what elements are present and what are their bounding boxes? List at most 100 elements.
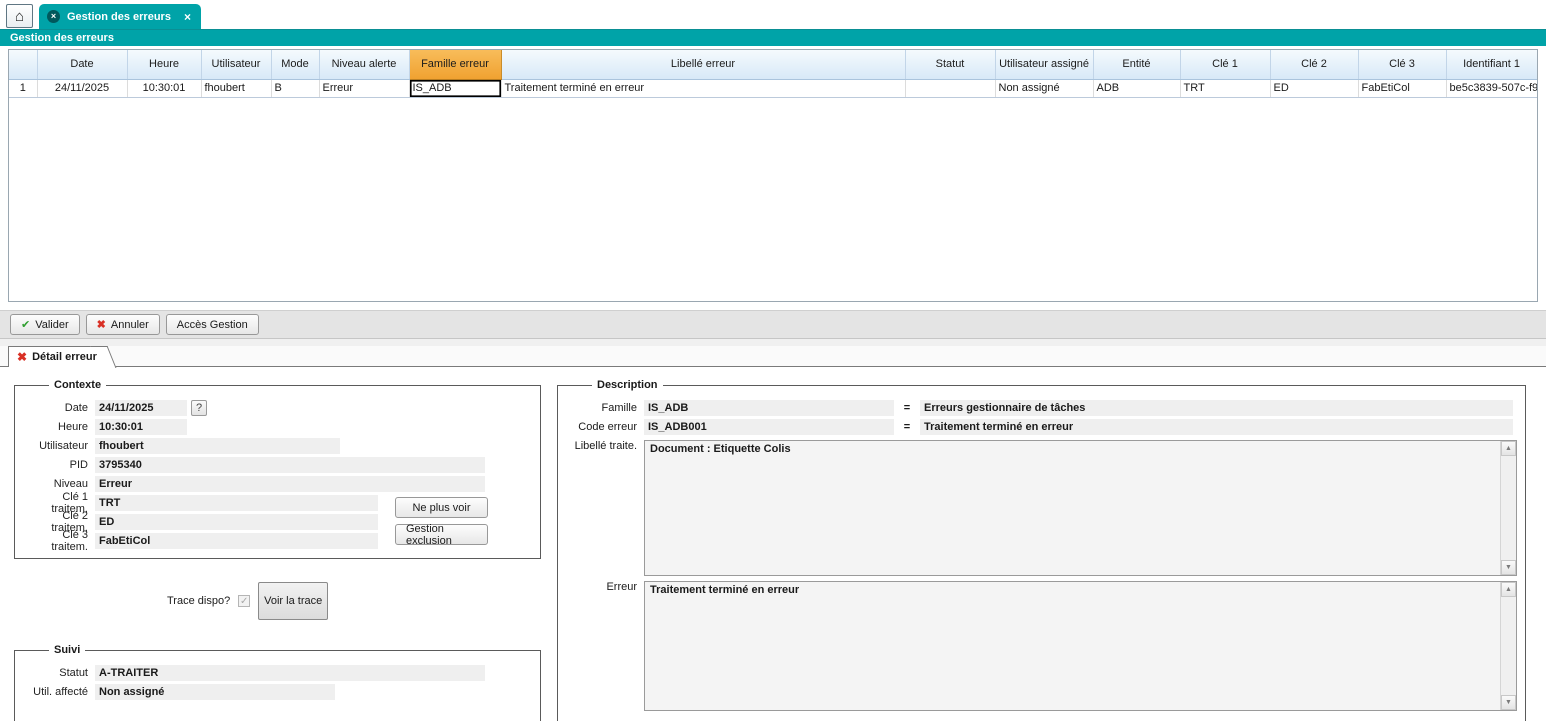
home-icon: ⌂ [15, 8, 24, 25]
famille-code-field[interactable]: IS_ADB [644, 400, 894, 416]
gestion-exclusion-button[interactable]: Gestion exclusion [395, 524, 488, 545]
util-affecte-label: Util. affecté [23, 686, 95, 698]
col-header-cle1[interactable]: Clé 1 [1180, 50, 1270, 79]
statut-label: Statut [23, 667, 95, 679]
cell-heure[interactable]: 10:30:01 [127, 79, 201, 97]
cle3-label: Clé 3 traitem. [23, 529, 95, 553]
date-field[interactable]: 24/11/2025 [95, 400, 187, 416]
cle3-field[interactable]: FabEtiCol [95, 533, 378, 549]
col-header-cle3[interactable]: Clé 3 [1358, 50, 1446, 79]
utilisateur-label: Utilisateur [23, 440, 95, 452]
cell-niveau-alerte[interactable]: Erreur [319, 79, 409, 97]
date-label: Date [23, 402, 95, 414]
pid-field[interactable]: 3795340 [95, 457, 485, 473]
util-affecte-field[interactable]: Non assigné [95, 684, 335, 700]
col-header-niveau-alerte[interactable]: Niveau alerte [319, 50, 409, 79]
tab-title: Gestion des erreurs [67, 11, 171, 23]
cle1-field[interactable]: TRT [95, 495, 378, 511]
col-header-rownum[interactable] [9, 50, 37, 79]
equals-sign: = [894, 421, 920, 433]
pid-label: PID [23, 459, 95, 471]
col-header-mode[interactable]: Mode [271, 50, 319, 79]
col-header-famille-erreur[interactable]: Famille erreur [409, 50, 501, 79]
contexte-groupbox: Contexte Date 24/11/2025 ? Heure 10:30:0… [14, 379, 541, 559]
errors-grid: Date Heure Utilisateur Mode Niveau alert… [8, 49, 1538, 302]
page-title: Gestion des erreurs [10, 32, 114, 44]
col-header-heure[interactable]: Heure [127, 50, 201, 79]
scrollbar[interactable]: ▲ ▼ [1500, 441, 1516, 575]
col-header-utilisateur[interactable]: Utilisateur [201, 50, 271, 79]
ne-plus-voir-button[interactable]: Ne plus voir [395, 497, 488, 518]
tab-detail-erreur[interactable]: ✖ Détail erreur [8, 346, 103, 367]
heure-label: Heure [23, 421, 95, 433]
cell-cle3[interactable]: FabEtiCol [1358, 79, 1446, 97]
detail-tab-bar: ✖ Détail erreur [0, 346, 1546, 367]
cell-utilisateur-assigne[interactable]: Non assigné [995, 79, 1093, 97]
voir-la-trace-button[interactable]: Voir la trace [258, 582, 328, 620]
col-header-identifiant1[interactable]: Identifiant 1 [1446, 50, 1537, 79]
equals-sign: = [894, 402, 920, 414]
trace-dispo-label: Trace dispo? [167, 595, 230, 607]
table-header-row: Date Heure Utilisateur Mode Niveau alert… [9, 50, 1537, 79]
app-window: ⌂ × Gestion des erreurs × Gestion des er… [0, 0, 1546, 721]
trace-row: Trace dispo? ✓ Voir la trace [167, 581, 541, 621]
tab-gestion-erreurs[interactable]: × Gestion des erreurs × [39, 4, 201, 29]
valider-button[interactable]: ✔ Valider [10, 314, 80, 335]
date-help-button[interactable]: ? [191, 400, 207, 416]
erreur-textarea[interactable]: Traitement terminé en erreur ▲ ▼ [644, 581, 1517, 711]
scroll-down-icon[interactable]: ▼ [1501, 695, 1516, 710]
table-row[interactable]: 1 24/11/2025 10:30:01 fhoubert B Erreur … [9, 79, 1537, 97]
col-header-statut[interactable]: Statut [905, 50, 995, 79]
suivi-groupbox: Suivi Statut A-TRAITER Util. affecté Non… [14, 644, 541, 721]
tab-bar: ⌂ × Gestion des erreurs × [0, 0, 1546, 29]
scroll-up-icon[interactable]: ▲ [1501, 582, 1516, 597]
utilisateur-field[interactable]: fhoubert [95, 438, 340, 454]
cell-date[interactable]: 24/11/2025 [37, 79, 127, 97]
description-title: Description [592, 379, 663, 391]
trace-dispo-checkbox[interactable]: ✓ [238, 595, 250, 607]
scroll-down-icon[interactable]: ▼ [1501, 560, 1516, 575]
home-button[interactable]: ⌂ [6, 4, 33, 28]
separator [0, 339, 1546, 346]
cell-statut[interactable]: A-TRAITER [905, 79, 995, 97]
action-bar: ✔ Valider ✖ Annuler Accès Gestion [0, 310, 1546, 339]
annuler-button[interactable]: ✖ Annuler [86, 314, 160, 335]
scroll-up-icon[interactable]: ▲ [1501, 441, 1516, 456]
cell-utilisateur[interactable]: fhoubert [201, 79, 271, 97]
col-header-cle2[interactable]: Clé 2 [1270, 50, 1358, 79]
acces-gestion-button[interactable]: Accès Gestion [166, 314, 259, 335]
code-erreur-field[interactable]: IS_ADB001 [644, 419, 894, 435]
cell-mode[interactable]: B [271, 79, 319, 97]
suivi-title: Suivi [49, 644, 85, 656]
cell-rownum[interactable]: 1 [9, 79, 37, 97]
famille-libelle-field[interactable]: Erreurs gestionnaire de tâches [920, 400, 1513, 416]
page-header: Gestion des erreurs [0, 29, 1546, 46]
statut-field[interactable]: A-TRAITER [95, 665, 485, 681]
scrollbar[interactable]: ▲ ▼ [1500, 582, 1516, 710]
cle2-field[interactable]: ED [95, 514, 378, 530]
code-libelle-field[interactable]: Traitement terminé en erreur [920, 419, 1513, 435]
code-erreur-label: Code erreur [566, 421, 644, 433]
niveau-label: Niveau [23, 478, 95, 490]
contexte-title: Contexte [49, 379, 106, 391]
col-header-date[interactable]: Date [37, 50, 127, 79]
cell-cle2[interactable]: ED [1270, 79, 1358, 97]
cross-icon: ✖ [97, 318, 106, 331]
cell-famille-erreur[interactable]: IS_ADB [409, 79, 501, 97]
libelle-traite-label: Libellé traite. [566, 440, 644, 452]
cell-cle1[interactable]: TRT [1180, 79, 1270, 97]
erreur-label: Erreur [566, 581, 644, 593]
cell-entite[interactable]: ADB [1093, 79, 1180, 97]
libelle-traite-textarea[interactable]: Document : Etiquette Colis ▲ ▼ [644, 440, 1517, 576]
col-header-libelle-erreur[interactable]: Libellé erreur [501, 50, 905, 79]
col-header-entite[interactable]: Entité [1093, 50, 1180, 79]
heure-field[interactable]: 10:30:01 [95, 419, 187, 435]
niveau-field[interactable]: Erreur [95, 476, 485, 492]
error-circle-icon: × [47, 10, 60, 23]
detail-panel: Contexte Date 24/11/2025 ? Heure 10:30:0… [0, 367, 1546, 721]
cell-libelle-erreur[interactable]: Traitement terminé en erreur [501, 79, 905, 97]
cell-identifiant1[interactable]: be5c3839-507c-f9 [1446, 79, 1537, 97]
col-header-utilisateur-assigne[interactable]: Utilisateur assigné [995, 50, 1093, 79]
tab-close-icon[interactable]: × [184, 10, 191, 24]
check-icon: ✔ [21, 318, 30, 331]
